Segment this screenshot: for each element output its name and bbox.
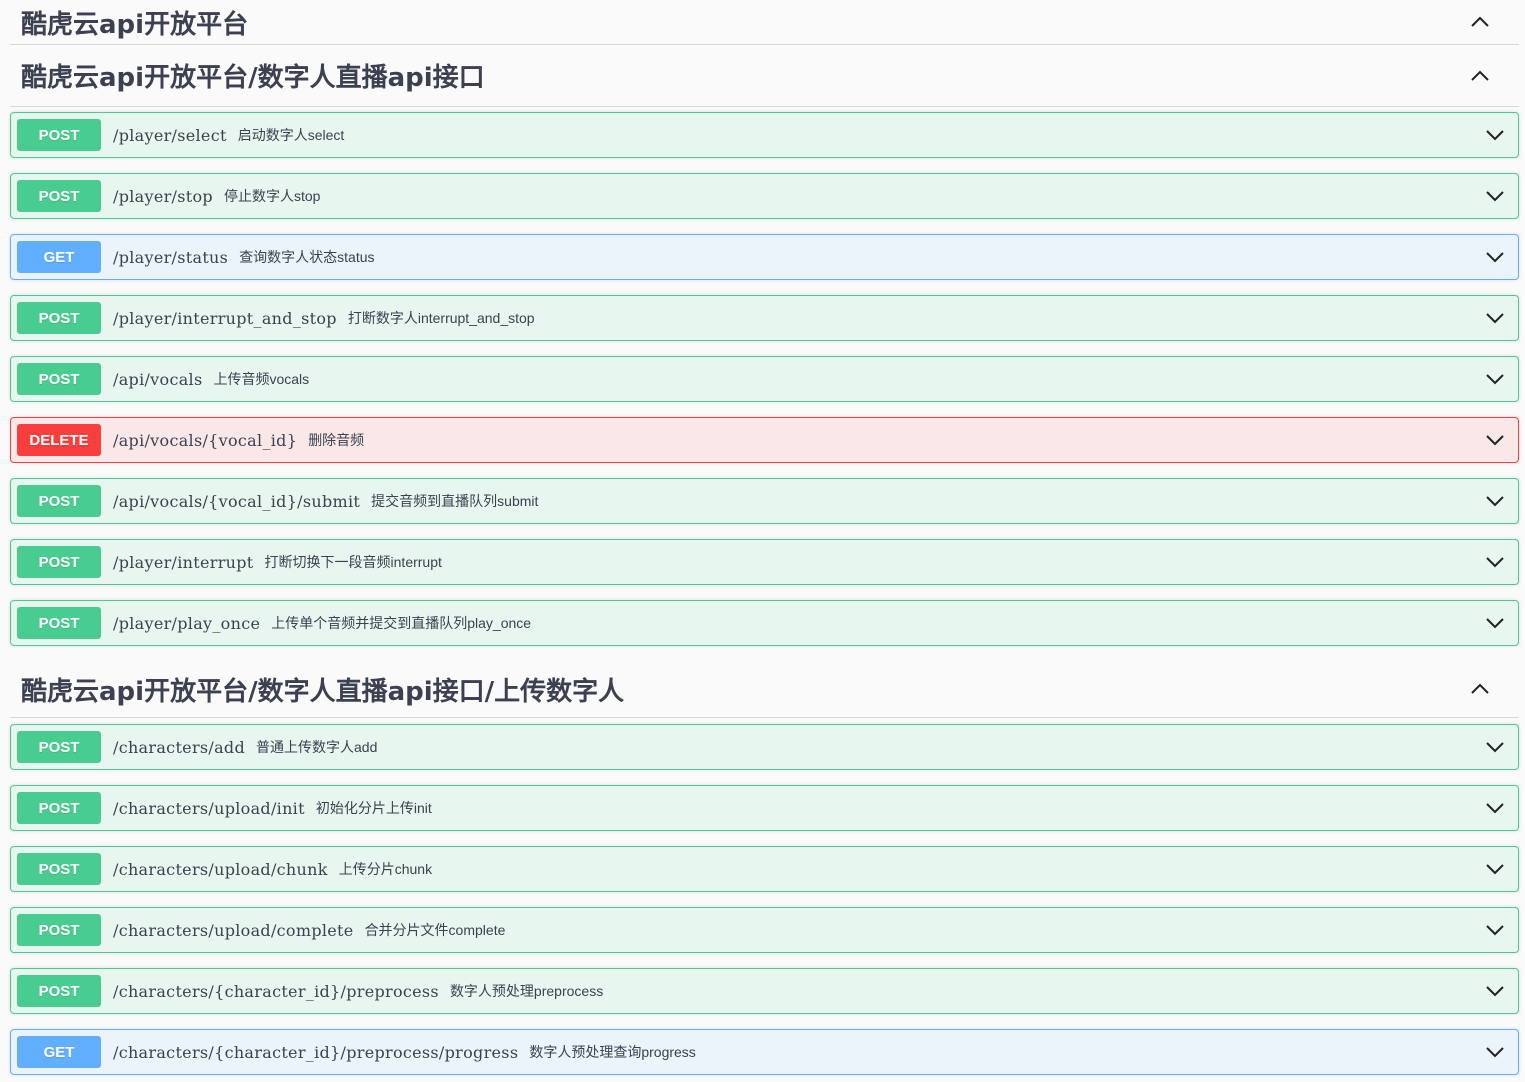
group-title: 酷虎云api开放平台/数字人直播api接口/上传数字人 <box>21 676 625 707</box>
operation-row[interactable]: POST /api/vocals/{vocal_id}/submit 提交音频到… <box>10 478 1519 524</box>
operation-row[interactable]: POST /characters/add 普通上传数字人add <box>10 724 1519 770</box>
method-badge: POST <box>17 607 101 639</box>
method-badge: POST <box>17 485 101 517</box>
operation-row[interactable]: POST /api/vocals 上传音频vocals <box>10 356 1519 402</box>
operation-path: /characters/upload/init <box>113 798 305 818</box>
method-badge: POST <box>17 853 101 885</box>
operation-path: /characters/{character_id}/preprocess/pr… <box>113 1042 519 1062</box>
operation-path: /characters/add <box>113 737 246 757</box>
chevron-down-icon[interactable] <box>1484 1041 1506 1063</box>
chevron-up-icon[interactable] <box>1469 678 1491 700</box>
group-header-root[interactable]: 酷虎云api开放平台 <box>10 0 1519 45</box>
operation-summary: 上传单个音频并提交到直播队列play_once <box>271 615 532 631</box>
operation-summary: 打断数字人interrupt_and_stop <box>347 310 535 326</box>
operation-summary: 数字人预处理preprocess <box>449 983 604 999</box>
group-header-live-api[interactable]: 酷虎云api开放平台/数字人直播api接口 <box>10 45 1519 107</box>
operation-path: /player/stop <box>113 186 213 206</box>
chevron-down-icon[interactable] <box>1484 185 1506 207</box>
operation-row[interactable]: POST /player/select 启动数字人select <box>10 112 1519 158</box>
operation-summary: 查询数字人状态status <box>239 249 375 265</box>
chevron-down-icon[interactable] <box>1484 612 1506 634</box>
operation-summary: 上传音频vocals <box>213 371 310 387</box>
chevron-down-icon[interactable] <box>1484 858 1506 880</box>
method-badge: POST <box>17 546 101 578</box>
operation-path: /characters/upload/complete <box>113 920 354 940</box>
method-badge: POST <box>17 914 101 946</box>
method-badge: POST <box>17 731 101 763</box>
operation-summary: 上传分片chunk <box>338 861 433 877</box>
chevron-down-icon[interactable] <box>1484 124 1506 146</box>
method-badge: POST <box>17 792 101 824</box>
chevron-down-icon[interactable] <box>1484 307 1506 329</box>
chevron-down-icon[interactable] <box>1484 429 1506 451</box>
operation-summary: 初始化分片上传init <box>315 800 432 816</box>
method-badge: POST <box>17 119 101 151</box>
operation-row[interactable]: DELETE /api/vocals/{vocal_id} 删除音频 <box>10 417 1519 463</box>
group-title: 酷虎云api开放平台 <box>21 9 249 40</box>
operation-summary: 提交音频到直播队列submit <box>371 493 539 509</box>
operation-row[interactable]: POST /characters/upload/init 初始化分片上传init <box>10 785 1519 831</box>
chevron-down-icon[interactable] <box>1484 490 1506 512</box>
operation-row[interactable]: POST /characters/{character_id}/preproce… <box>10 968 1519 1014</box>
operation-row[interactable]: POST /characters/upload/complete 合并分片文件c… <box>10 907 1519 953</box>
chevron-down-icon[interactable] <box>1484 980 1506 1002</box>
chevron-up-icon[interactable] <box>1469 65 1491 87</box>
operation-path: /characters/{character_id}/preprocess <box>113 981 439 1001</box>
chevron-down-icon[interactable] <box>1484 797 1506 819</box>
method-badge: POST <box>17 975 101 1007</box>
operation-path: /player/interrupt_and_stop <box>113 308 337 328</box>
operation-path: /player/select <box>113 125 227 145</box>
group-header-upload-character[interactable]: 酷虎云api开放平台/数字人直播api接口/上传数字人 <box>10 661 1519 718</box>
operation-row[interactable]: POST /characters/upload/chunk 上传分片chunk <box>10 846 1519 892</box>
operations-upload-character: POST /characters/add 普通上传数字人add POST /ch… <box>10 724 1519 1075</box>
operation-summary: 数字人预处理查询progress <box>529 1044 696 1060</box>
operation-summary: 停止数字人stop <box>223 188 321 204</box>
chevron-down-icon[interactable] <box>1484 246 1506 268</box>
chevron-down-icon[interactable] <box>1484 368 1506 390</box>
chevron-down-icon[interactable] <box>1484 736 1506 758</box>
operation-summary: 普通上传数字人add <box>256 739 378 755</box>
method-badge: GET <box>17 1036 101 1068</box>
operation-path: /player/status <box>113 247 229 267</box>
operation-row[interactable]: GET /player/status 查询数字人状态status <box>10 234 1519 280</box>
operation-path: /api/vocals/{vocal_id}/submit <box>113 491 361 511</box>
chevron-up-icon[interactable] <box>1469 11 1491 33</box>
operation-summary: 启动数字人select <box>237 127 345 143</box>
method-badge: POST <box>17 180 101 212</box>
operation-summary: 合并分片文件complete <box>364 922 506 938</box>
chevron-down-icon[interactable] <box>1484 551 1506 573</box>
api-docs-page: 酷虎云api开放平台 酷虎云api开放平台/数字人直播api接口 POST /p… <box>0 0 1525 1082</box>
operation-row[interactable]: POST /player/stop 停止数字人stop <box>10 173 1519 219</box>
method-badge: POST <box>17 302 101 334</box>
group-title: 酷虎云api开放平台/数字人直播api接口 <box>21 63 485 93</box>
chevron-down-icon[interactable] <box>1484 919 1506 941</box>
operation-row[interactable]: GET /characters/{character_id}/preproces… <box>10 1029 1519 1075</box>
operation-path: /player/interrupt <box>113 552 254 572</box>
operations-live-api: POST /player/select 启动数字人select POST /pl… <box>10 112 1519 646</box>
operation-path: /characters/upload/chunk <box>113 859 328 879</box>
method-badge: GET <box>17 241 101 273</box>
operation-row[interactable]: POST /player/interrupt 打断切换下一段音频interrup… <box>10 539 1519 585</box>
operation-path: /api/vocals <box>113 369 203 389</box>
operation-row[interactable]: POST /player/play_once 上传单个音频并提交到直播队列pla… <box>10 600 1519 646</box>
operation-path: /player/play_once <box>113 613 261 633</box>
operation-row[interactable]: POST /player/interrupt_and_stop 打断数字人int… <box>10 295 1519 341</box>
method-badge: POST <box>17 363 101 395</box>
operation-summary: 删除音频 <box>308 432 365 448</box>
operation-path: /api/vocals/{vocal_id} <box>113 430 298 450</box>
method-badge: DELETE <box>17 424 101 456</box>
operation-summary: 打断切换下一段音频interrupt <box>264 554 442 570</box>
